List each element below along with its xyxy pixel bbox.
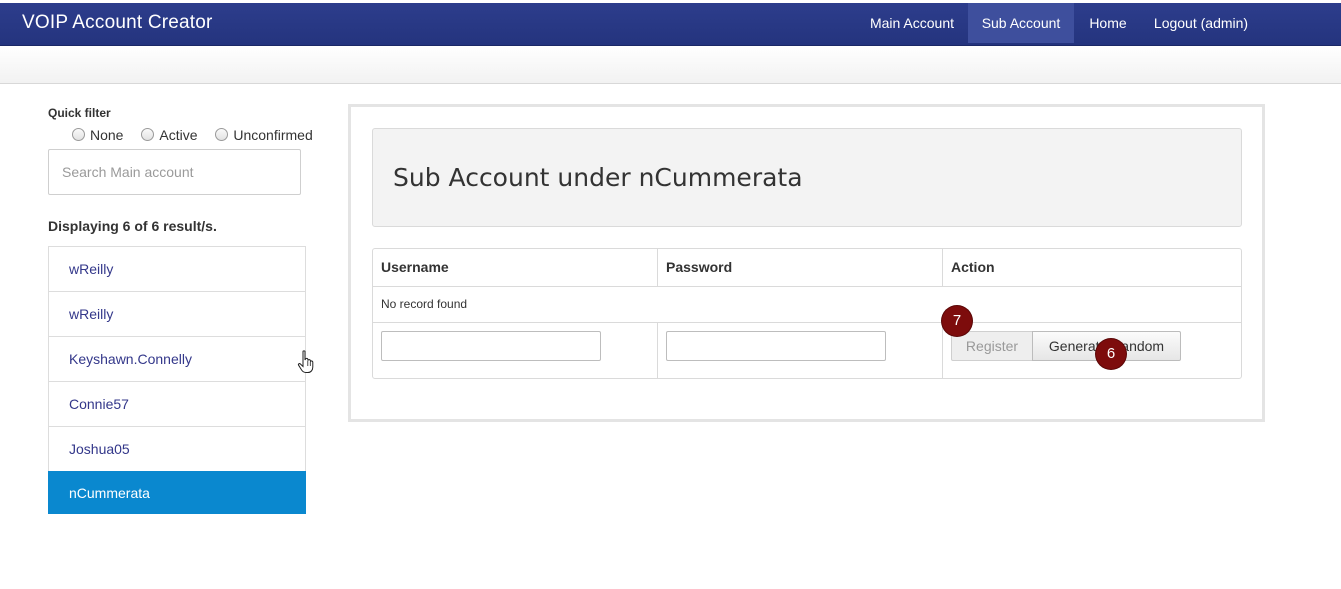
column-divider <box>657 323 658 378</box>
column-header-action: Action <box>951 259 995 275</box>
result-count: Displaying 6 of 6 result/s. <box>48 218 217 234</box>
step-badge-7: 7 <box>942 306 972 336</box>
nav-main-account[interactable]: Main Account <box>857 3 967 43</box>
account-list-item[interactable]: wReilly <box>48 291 306 337</box>
radio-circle-icon[interactable] <box>215 128 229 142</box>
no-record-text: No record found <box>381 297 468 311</box>
nav-sub-account[interactable]: Sub Account <box>968 3 1074 43</box>
column-divider <box>942 323 943 378</box>
hand-cursor-icon <box>297 350 314 373</box>
column-header-username: Username <box>381 259 449 275</box>
nav-logout[interactable]: Logout (admin) <box>1142 3 1260 43</box>
table-row: No record found <box>373 286 1241 323</box>
filter-active-radio[interactable]: Active <box>141 127 197 143</box>
column-divider <box>657 249 658 286</box>
top-navbar: VOIP Account Creator Main Account Sub Ac… <box>0 3 1341 46</box>
quick-filter-label: Quick filter <box>48 106 111 120</box>
step-badge-6: 6 <box>1096 339 1126 369</box>
radio-circle-icon[interactable] <box>72 128 85 142</box>
panel-header: Sub Account under nCummerata <box>372 128 1242 227</box>
nav-home[interactable]: Home <box>1078 3 1138 43</box>
account-list-item[interactable]: wReilly <box>48 246 306 292</box>
account-list-item[interactable]: Connie57 <box>48 381 306 427</box>
column-header-password: Password <box>666 259 733 275</box>
account-list-item[interactable]: Joshua05 <box>48 426 306 472</box>
filter-unconfirmed-radio[interactable]: Unconfirmed <box>215 127 313 143</box>
filter-none-radio[interactable]: None <box>72 127 123 143</box>
page-title: Sub Account under nCummerata <box>393 163 803 192</box>
search-main-account-input[interactable] <box>48 149 301 195</box>
register-button[interactable]: Register <box>951 331 1033 361</box>
radio-circle-icon[interactable] <box>141 128 155 142</box>
table-header-row: Username Password Action <box>373 249 1241 287</box>
column-divider <box>942 249 943 286</box>
main-account-list: wReilly wReilly Keyshawn.Connelly Connie… <box>48 246 306 514</box>
new-username-input[interactable] <box>381 331 601 361</box>
new-password-input[interactable] <box>666 331 886 361</box>
account-list-item[interactable]: Keyshawn.Connelly <box>48 336 306 382</box>
quick-filter-options: None Active Unconfirmed <box>72 126 327 143</box>
account-list-item-selected[interactable]: nCummerata <box>48 471 306 514</box>
sub-toolbar <box>0 46 1341 84</box>
app-title[interactable]: VOIP Account Creator <box>22 12 213 34</box>
